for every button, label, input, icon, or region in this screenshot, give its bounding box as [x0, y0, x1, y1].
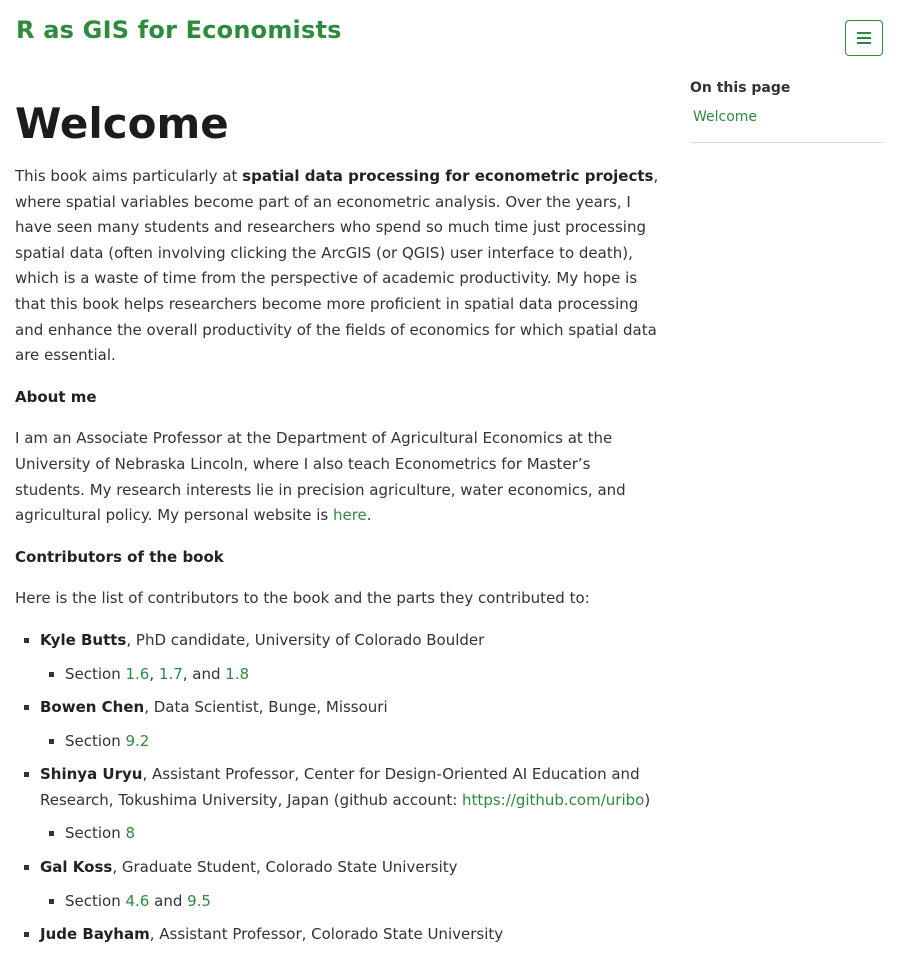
- section-link[interactable]: 1.6: [126, 665, 150, 683]
- site-title-link[interactable]: R as GIS for Economists: [16, 16, 342, 44]
- about-paragraph: I am an Associate Professor at the Depar…: [15, 429, 626, 525]
- contributor-name: Bowen Chen: [40, 698, 145, 717]
- list-item: Jude Bayham, Assistant Professor, Colora…: [40, 922, 663, 948]
- intro-bold-text: spatial data processing for econometric …: [242, 167, 654, 185]
- contributor-name: Gal Koss: [40, 858, 113, 877]
- list-item: Section 1.6, 1.7, and 1.8: [65, 662, 663, 688]
- list-item: Section 9.2: [65, 729, 663, 755]
- menu-toggle-button[interactable]: [845, 20, 883, 56]
- contributors-heading: Contributors of the book: [15, 547, 224, 566]
- list-item: Shinya Uryu, Assistant Professor, Center…: [40, 762, 663, 847]
- contributor-name: Kyle Butts: [40, 630, 127, 649]
- toc-title: On this page: [690, 80, 791, 96]
- hamburger-menu-icon: [857, 32, 871, 44]
- page-title: Welcome: [15, 99, 229, 148]
- list-item: Kyle Butts, PhD candidate, University of…: [40, 628, 663, 687]
- personal-website-link[interactable]: here: [333, 506, 367, 524]
- section-link[interactable]: 9.2: [126, 732, 150, 750]
- about-heading: About me: [15, 387, 97, 406]
- list-item: Section 8: [65, 821, 663, 847]
- contributor-name: Shinya Uryu: [40, 765, 143, 784]
- github-link[interactable]: https://github.com/uribo: [462, 791, 644, 809]
- intro-paragraph: This book aims particularly at spatial d…: [15, 167, 659, 365]
- section-link[interactable]: 9.5: [187, 892, 211, 910]
- section-link[interactable]: 4.6: [126, 892, 150, 910]
- table-of-contents: On this page Welcome: [690, 80, 885, 143]
- section-link[interactable]: 1.7: [159, 665, 183, 683]
- section-link[interactable]: 8: [126, 824, 136, 842]
- toc-item-welcome[interactable]: Welcome: [690, 109, 885, 143]
- main-content: Welcome This book aims particularly at s…: [15, 96, 663, 956]
- list-item: Section 4.6 and 9.5: [65, 889, 663, 915]
- list-item: Gal Koss, Graduate Student, Colorado Sta…: [40, 855, 663, 914]
- contributor-name: Jude Bayham: [40, 925, 150, 944]
- list-item: Bowen Chen, Data Scientist, Bunge, Misso…: [40, 695, 663, 754]
- top-navbar: R as GIS for Economists: [0, 0, 900, 70]
- section-link[interactable]: 1.8: [225, 665, 249, 683]
- contributors-intro: Here is the list of contributors to the …: [15, 589, 590, 608]
